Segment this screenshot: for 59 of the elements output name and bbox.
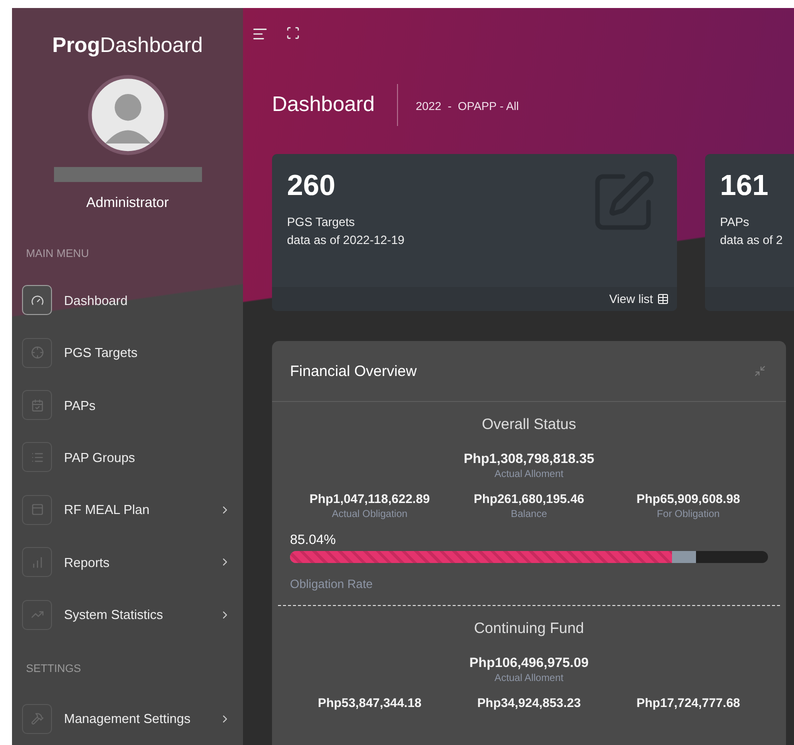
stat-label: PGS Targets (287, 215, 356, 229)
view-list-link[interactable]: View list (609, 292, 669, 306)
amount: Php17,724,777.68 (636, 696, 740, 710)
page-title: Dashboard (272, 84, 398, 126)
stat-value: 161 (720, 170, 770, 203)
menu-section-label: MAIN MENU (25, 248, 90, 260)
sidebar-item[interactable]: PAPs (12, 378, 243, 432)
menu-icon[interactable] (252, 26, 268, 42)
fullscreen-icon[interactable] (286, 26, 300, 40)
menu-item-icon (22, 285, 52, 316)
menu-item-label: Management Settings (64, 711, 192, 726)
menu-item-icon (22, 390, 52, 420)
rate-value: 85.04% (290, 532, 337, 547)
menu-item-icon (22, 494, 52, 525)
amount-label: Actual Obligation (332, 509, 408, 520)
amount-label: Balance (510, 509, 548, 520)
menu-item-label: RF MEAL Plan (64, 502, 150, 518)
stat-value: 260 (287, 170, 336, 203)
sidebar-item[interactable]: System Statistics (12, 588, 243, 641)
menu-item-label: PAP Groups (64, 450, 136, 465)
avatar-icon (86, 75, 170, 155)
stat-date: data as of 2022-12-19 (287, 233, 406, 247)
table-icon (657, 293, 669, 305)
amount-label: For Obligation (656, 509, 720, 520)
sidebar-item[interactable]: Reports (12, 536, 243, 588)
sidebar-item[interactable]: Dashboard (12, 274, 243, 327)
menu-item-icon (22, 704, 52, 734)
panel-title: Financial Overview (290, 362, 417, 380)
user-role: Administrator (85, 194, 170, 210)
sidebar-item[interactable]: PAP Groups (12, 431, 243, 484)
brand-logo: ProgDashboard (51, 34, 204, 58)
menu-item-label: System Statistics (64, 607, 164, 622)
menu-item-icon (22, 442, 52, 472)
sidebar-item[interactable]: Management Settings (12, 692, 243, 745)
menu-item-icon (22, 600, 52, 630)
sidebar-item[interactable]: PGS Targets (12, 326, 243, 379)
amount: Php34,924,853.23 (477, 696, 581, 710)
menu-item-icon (22, 338, 52, 368)
amount: Php261,680,195.46 (474, 492, 584, 506)
rate-label: Obligation Rate (290, 577, 374, 591)
amount: Php65,909,608.98 (636, 492, 740, 506)
amount: Php1,047,118,622.89 (310, 492, 430, 506)
menu-item-icon (22, 547, 52, 578)
menu-item-label: Reports (64, 554, 111, 570)
menu-item-label: PGS Targets (64, 345, 138, 360)
amount: Php1,308,798,818.35 (464, 451, 594, 466)
stat-date: data as of 2 (720, 233, 784, 247)
amount-label: Actual Alloment (494, 673, 564, 684)
menu-item-label: Dashboard (64, 292, 129, 308)
amount-label: Actual Alloment (494, 469, 564, 480)
amount: Php106,496,975.09 (469, 655, 589, 670)
sidebar-item[interactable]: RF MEAL Plan (12, 484, 243, 536)
amount: Php53,847,344.18 (318, 696, 422, 710)
context-label: 2022 - OPAPP - All (414, 101, 519, 113)
section-title: Continuing Fund (474, 620, 584, 637)
section-title: Overall Status (482, 416, 576, 433)
menu-section-label: SETTINGS (25, 662, 82, 675)
menu-item-label: PAPs (64, 398, 97, 413)
stat-label: PAPs (720, 215, 750, 229)
